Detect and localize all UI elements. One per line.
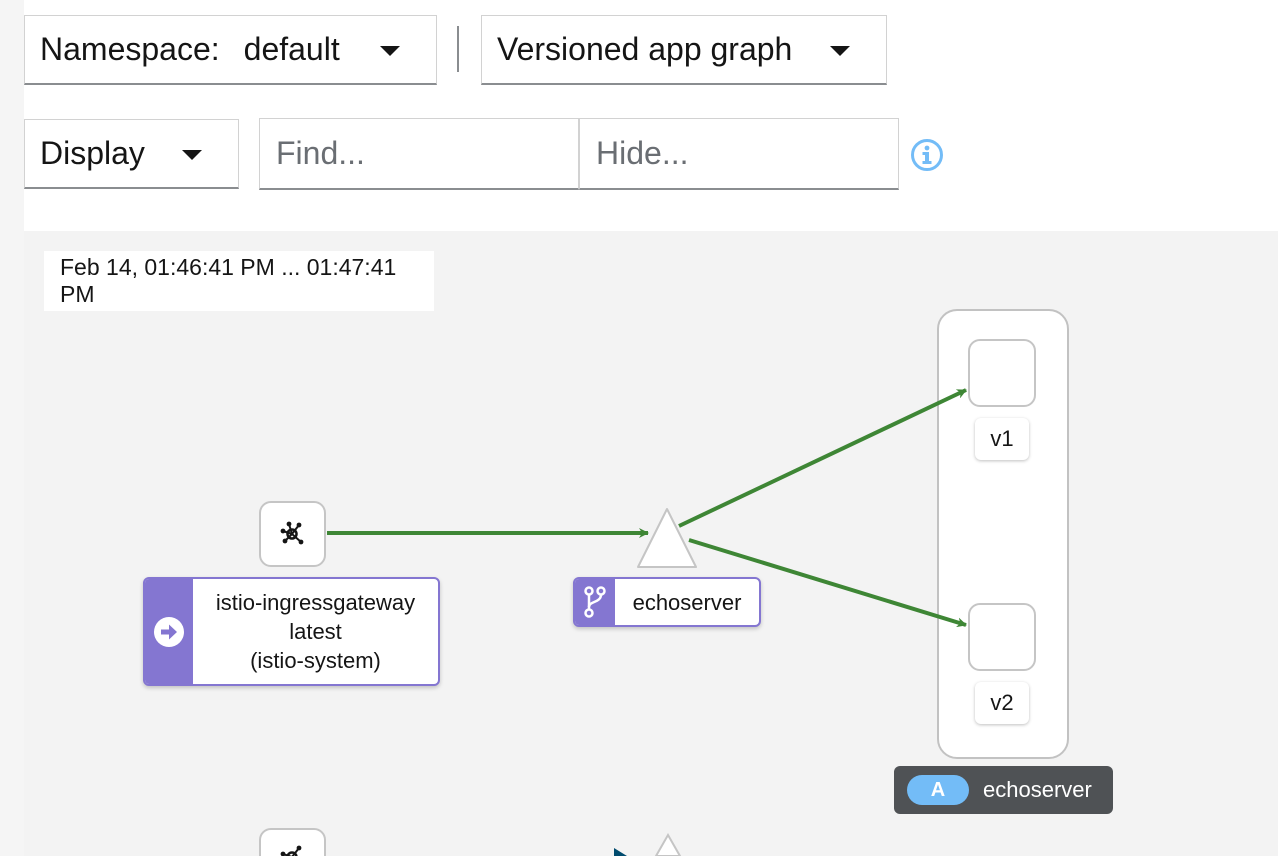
gateway-icon	[280, 845, 302, 856]
app-name: echoserver	[983, 777, 1092, 802]
gateway-name: istio-ingressgateway	[215, 590, 416, 615]
graph-canvas[interactable]: Feb 14, 01:46:41 PM ... 01:47:41 PM isti…	[24, 231, 1278, 856]
caret-down-icon	[380, 46, 400, 56]
hide-input[interactable]	[579, 118, 899, 190]
left-sidebar-edge	[0, 0, 24, 856]
display-dropdown[interactable]: Display	[24, 119, 239, 189]
gateway-version: latest	[289, 619, 342, 644]
gateway-label[interactable]: istio-ingressgateway latest (istio-syste…	[143, 577, 440, 686]
app-badge: A	[907, 775, 969, 805]
workload-node-gateway[interactable]	[259, 501, 326, 567]
arrow-right-circle-icon	[154, 616, 184, 647]
workload-node-v2[interactable]	[968, 603, 1036, 671]
branch-icon	[584, 586, 606, 618]
namespace-value: default	[243, 31, 340, 67]
version-label-v2: v2	[975, 682, 1029, 724]
service-node-echoserver[interactable]	[637, 508, 697, 568]
namespace-label: Namespace:	[40, 31, 220, 67]
caret-down-icon	[182, 150, 202, 160]
graph-edges	[327, 388, 967, 856]
service-name: echoserver	[632, 589, 742, 615]
gateway-badge	[145, 579, 193, 684]
version-label-v1: v1	[975, 418, 1029, 460]
edge-service-to-v1[interactable]	[678, 388, 967, 528]
service-label-echoserver[interactable]: echoserver	[573, 577, 761, 627]
namespace-dropdown[interactable]: Namespace: default	[24, 15, 437, 85]
service-node-partial[interactable]	[654, 832, 682, 856]
workload-node-v1[interactable]	[968, 339, 1036, 407]
graph-type-value: Versioned app graph	[497, 31, 793, 67]
find-input[interactable]	[259, 118, 579, 190]
graph-type-dropdown[interactable]: Versioned app graph	[481, 15, 887, 85]
partial-node-marker	[614, 848, 627, 856]
workload-node-partial[interactable]	[259, 828, 326, 856]
gateway-icon	[280, 521, 304, 545]
app-label-echoserver[interactable]: A echoserver	[894, 766, 1113, 814]
gateway-namespace: (istio-system)	[250, 648, 381, 673]
display-label: Display	[40, 135, 145, 171]
info-circle-icon[interactable]	[910, 138, 944, 172]
toolbar-separator	[457, 26, 459, 72]
caret-down-icon	[830, 46, 850, 56]
service-badge	[575, 579, 615, 625]
